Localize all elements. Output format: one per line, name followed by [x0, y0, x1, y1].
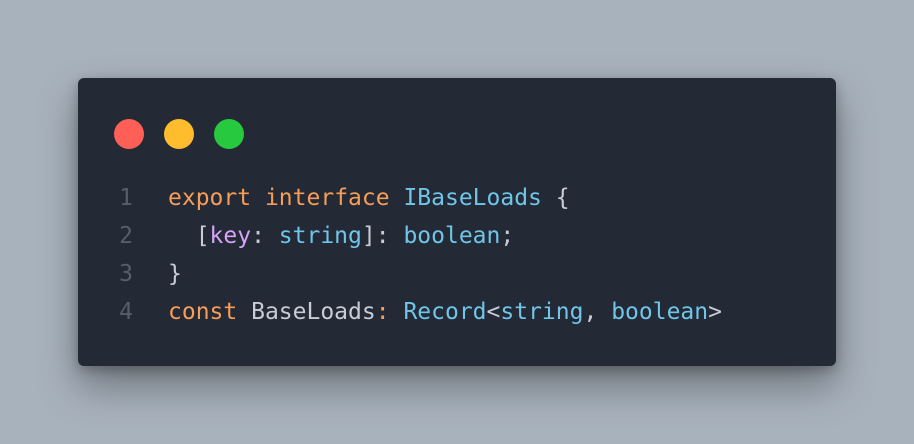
line-number: 3 — [119, 261, 133, 287]
line-number: 4 — [119, 299, 133, 325]
code-block: 1 export interface IBaseLoads {2 [key: st… — [78, 179, 836, 331]
code-content: const BaseLoads: Record<string, boolean> — [168, 293, 722, 331]
line-number: 2 — [119, 223, 133, 249]
code-token: > — [708, 299, 722, 325]
code-line: 2 [key: string]: boolean; — [78, 217, 836, 255]
code-content: export interface IBaseLoads { — [168, 179, 570, 217]
code-token: BaseLoads — [237, 299, 376, 325]
line-number: 1 — [119, 185, 133, 211]
code-token: ]: — [361, 223, 404, 249]
minimize-window-button[interactable] — [164, 119, 194, 149]
code-token: interface — [264, 185, 390, 211]
code-token: export — [168, 185, 252, 211]
code-token: [ — [168, 223, 210, 249]
code-content: [key: string]: boolean; — [168, 217, 515, 255]
code-token: string — [278, 223, 362, 249]
code-token: : — [251, 223, 279, 249]
code-token: const — [168, 299, 238, 325]
code-token: string — [500, 299, 584, 325]
maximize-window-button[interactable] — [214, 119, 244, 149]
window-controls — [114, 119, 244, 149]
close-window-button[interactable] — [114, 119, 144, 149]
code-line: 4 const BaseLoads: Record<string, boolean… — [78, 293, 836, 331]
code-token: key — [209, 223, 252, 249]
code-token: , — [583, 299, 612, 325]
code-content: } — [168, 255, 182, 293]
code-token: boolean — [611, 299, 709, 325]
code-line: 1 export interface IBaseLoads { — [78, 179, 836, 217]
code-token: } — [168, 261, 182, 287]
code-token: Record — [403, 299, 487, 325]
code-token: IBaseLoads — [403, 185, 542, 211]
code-token: < — [486, 299, 501, 325]
code-token: ; — [500, 223, 515, 249]
code-line: 3} — [78, 255, 836, 293]
code-token: boolean — [403, 223, 501, 249]
code-token: : — [375, 299, 404, 325]
code-token: { — [541, 185, 570, 211]
code-window: 1 export interface IBaseLoads {2 [key: st… — [78, 78, 836, 366]
